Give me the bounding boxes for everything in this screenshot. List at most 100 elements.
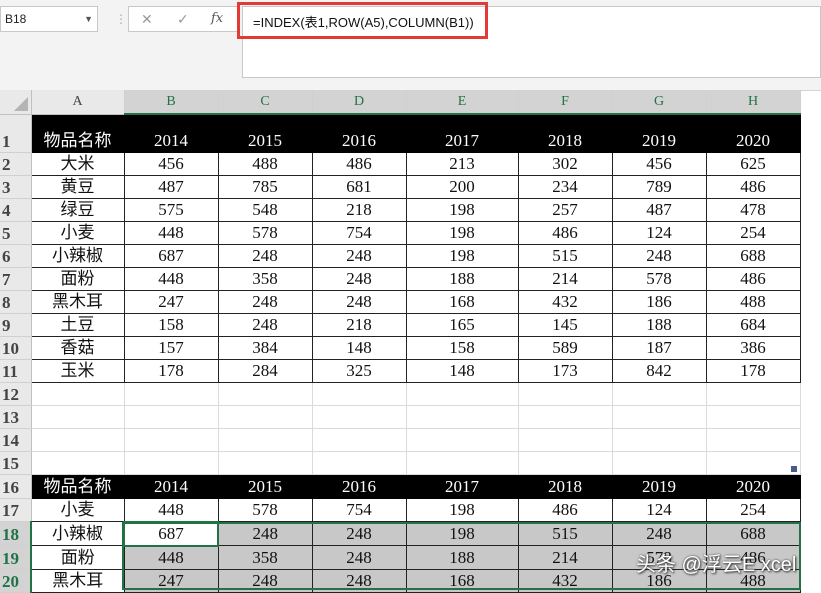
item-name-cell[interactable]: 面粉 bbox=[30, 545, 125, 570]
value-cell[interactable] bbox=[124, 451, 219, 475]
item-name-cell[interactable]: 土豆 bbox=[30, 312, 125, 337]
value-cell[interactable]: 187 bbox=[611, 335, 707, 360]
value-cell[interactable]: 124 bbox=[611, 220, 707, 245]
value-cell[interactable]: 842 bbox=[611, 358, 707, 383]
value-cell[interactable]: 2020 bbox=[705, 473, 801, 499]
column-header-c[interactable]: C bbox=[218, 90, 313, 115]
value-cell[interactable]: 158 bbox=[405, 335, 519, 360]
value-cell[interactable]: 200 bbox=[405, 174, 519, 199]
value-cell[interactable]: 681 bbox=[311, 174, 407, 199]
value-cell[interactable] bbox=[218, 451, 313, 475]
value-cell[interactable]: 386 bbox=[705, 335, 801, 360]
item-name-cell[interactable]: 黄豆 bbox=[30, 174, 125, 199]
item-name-cell[interactable]: 香菇 bbox=[30, 335, 125, 360]
value-cell[interactable]: 248 bbox=[217, 243, 313, 268]
item-name-cell[interactable] bbox=[31, 428, 125, 452]
value-cell[interactable]: 218 bbox=[311, 197, 407, 222]
value-cell[interactable]: 448 bbox=[123, 266, 219, 291]
item-name-cell[interactable]: 小麦 bbox=[30, 497, 125, 522]
value-cell[interactable] bbox=[312, 405, 407, 429]
row-header[interactable]: 8 bbox=[0, 290, 32, 314]
value-cell[interactable] bbox=[406, 382, 519, 406]
formula-text[interactable]: =INDEX(表1,ROW(A5),COLUMN(B1)) bbox=[253, 12, 474, 31]
value-cell[interactable]: 198 bbox=[405, 220, 519, 245]
value-cell[interactable] bbox=[518, 382, 613, 406]
value-cell[interactable]: 218 bbox=[311, 312, 407, 337]
row-header[interactable]: 18 bbox=[0, 521, 32, 546]
row-header[interactable]: 13 bbox=[0, 405, 32, 429]
value-cell[interactable]: 165 bbox=[405, 312, 519, 337]
value-cell[interactable]: 432 bbox=[517, 289, 613, 314]
value-cell[interactable]: 487 bbox=[611, 197, 707, 222]
value-cell[interactable]: 488 bbox=[217, 151, 313, 176]
value-cell[interactable]: 486 bbox=[517, 497, 613, 522]
item-name-cell[interactable] bbox=[31, 451, 125, 475]
insert-function-icon[interactable]: fx bbox=[211, 7, 223, 31]
value-cell[interactable]: 234 bbox=[517, 174, 613, 199]
value-cell[interactable] bbox=[124, 405, 219, 429]
row-header[interactable]: 5 bbox=[0, 221, 32, 245]
row-header[interactable]: 7 bbox=[0, 267, 32, 291]
item-name-cell[interactable]: 绿豆 bbox=[30, 197, 125, 222]
value-cell[interactable]: 248 bbox=[217, 521, 313, 546]
value-cell[interactable] bbox=[518, 451, 613, 475]
value-cell[interactable]: 247 bbox=[123, 568, 219, 593]
item-name-cell[interactable]: 小辣椒 bbox=[30, 521, 125, 546]
value-cell[interactable]: 214 bbox=[517, 266, 613, 291]
value-cell[interactable]: 178 bbox=[123, 358, 219, 383]
value-cell[interactable]: 148 bbox=[405, 358, 519, 383]
value-cell[interactable]: 486 bbox=[705, 174, 801, 199]
value-cell[interactable] bbox=[218, 382, 313, 406]
value-cell[interactable]: 248 bbox=[611, 521, 707, 546]
value-cell[interactable]: 248 bbox=[311, 545, 407, 570]
value-cell[interactable]: 432 bbox=[517, 568, 613, 593]
item-name-cell[interactable]: 小麦 bbox=[30, 220, 125, 245]
value-cell[interactable]: 2020 bbox=[705, 113, 801, 153]
value-cell[interactable] bbox=[612, 451, 707, 475]
name-box[interactable]: B18 ▼ bbox=[0, 6, 98, 32]
value-cell[interactable]: 2015 bbox=[217, 113, 313, 153]
fill-handle[interactable] bbox=[791, 466, 797, 472]
item-name-cell[interactable]: 黑木耳 bbox=[30, 289, 125, 314]
value-cell[interactable]: 754 bbox=[311, 220, 407, 245]
value-cell[interactable]: 325 bbox=[311, 358, 407, 383]
value-cell[interactable]: 358 bbox=[217, 545, 313, 570]
value-cell[interactable]: 145 bbox=[517, 312, 613, 337]
value-cell[interactable] bbox=[518, 405, 613, 429]
value-cell[interactable]: 578 bbox=[217, 220, 313, 245]
value-cell[interactable] bbox=[612, 428, 707, 452]
select-all-button[interactable] bbox=[0, 90, 32, 115]
value-cell[interactable]: 124 bbox=[611, 497, 707, 522]
row-header[interactable]: 12 bbox=[0, 382, 32, 406]
value-cell[interactable]: 578 bbox=[611, 266, 707, 291]
value-cell[interactable]: 515 bbox=[517, 521, 613, 546]
value-cell[interactable]: 248 bbox=[311, 266, 407, 291]
value-cell[interactable]: 168 bbox=[405, 289, 519, 314]
value-cell[interactable]: 248 bbox=[311, 243, 407, 268]
value-cell[interactable]: 198 bbox=[405, 497, 519, 522]
value-cell[interactable]: 2014 bbox=[123, 113, 219, 153]
value-cell[interactable]: 148 bbox=[311, 335, 407, 360]
row-header[interactable]: 9 bbox=[0, 313, 32, 337]
item-name-cell[interactable]: 面粉 bbox=[30, 266, 125, 291]
value-cell[interactable]: 2015 bbox=[217, 473, 313, 499]
row-header[interactable]: 3 bbox=[0, 175, 32, 199]
value-cell[interactable]: 2016 bbox=[311, 113, 407, 153]
value-cell[interactable]: 284 bbox=[217, 358, 313, 383]
value-cell[interactable]: 2017 bbox=[405, 113, 519, 153]
value-cell[interactable] bbox=[612, 382, 707, 406]
item-name-cell[interactable]: 物品名称 bbox=[30, 113, 125, 153]
drag-handle-icon[interactable]: ⋮ bbox=[115, 10, 127, 28]
row-header[interactable]: 16 bbox=[0, 474, 32, 499]
value-cell[interactable]: 248 bbox=[217, 312, 313, 337]
value-cell[interactable]: 248 bbox=[311, 289, 407, 314]
item-name-cell[interactable]: 小辣椒 bbox=[30, 243, 125, 268]
value-cell[interactable] bbox=[612, 405, 707, 429]
column-header-b[interactable]: B bbox=[124, 90, 219, 115]
value-cell[interactable]: 178 bbox=[705, 358, 801, 383]
value-cell[interactable] bbox=[406, 428, 519, 452]
value-cell[interactable]: 515 bbox=[517, 243, 613, 268]
value-cell[interactable]: 688 bbox=[705, 243, 801, 268]
value-cell[interactable]: 486 bbox=[705, 266, 801, 291]
value-cell[interactable]: 158 bbox=[123, 312, 219, 337]
